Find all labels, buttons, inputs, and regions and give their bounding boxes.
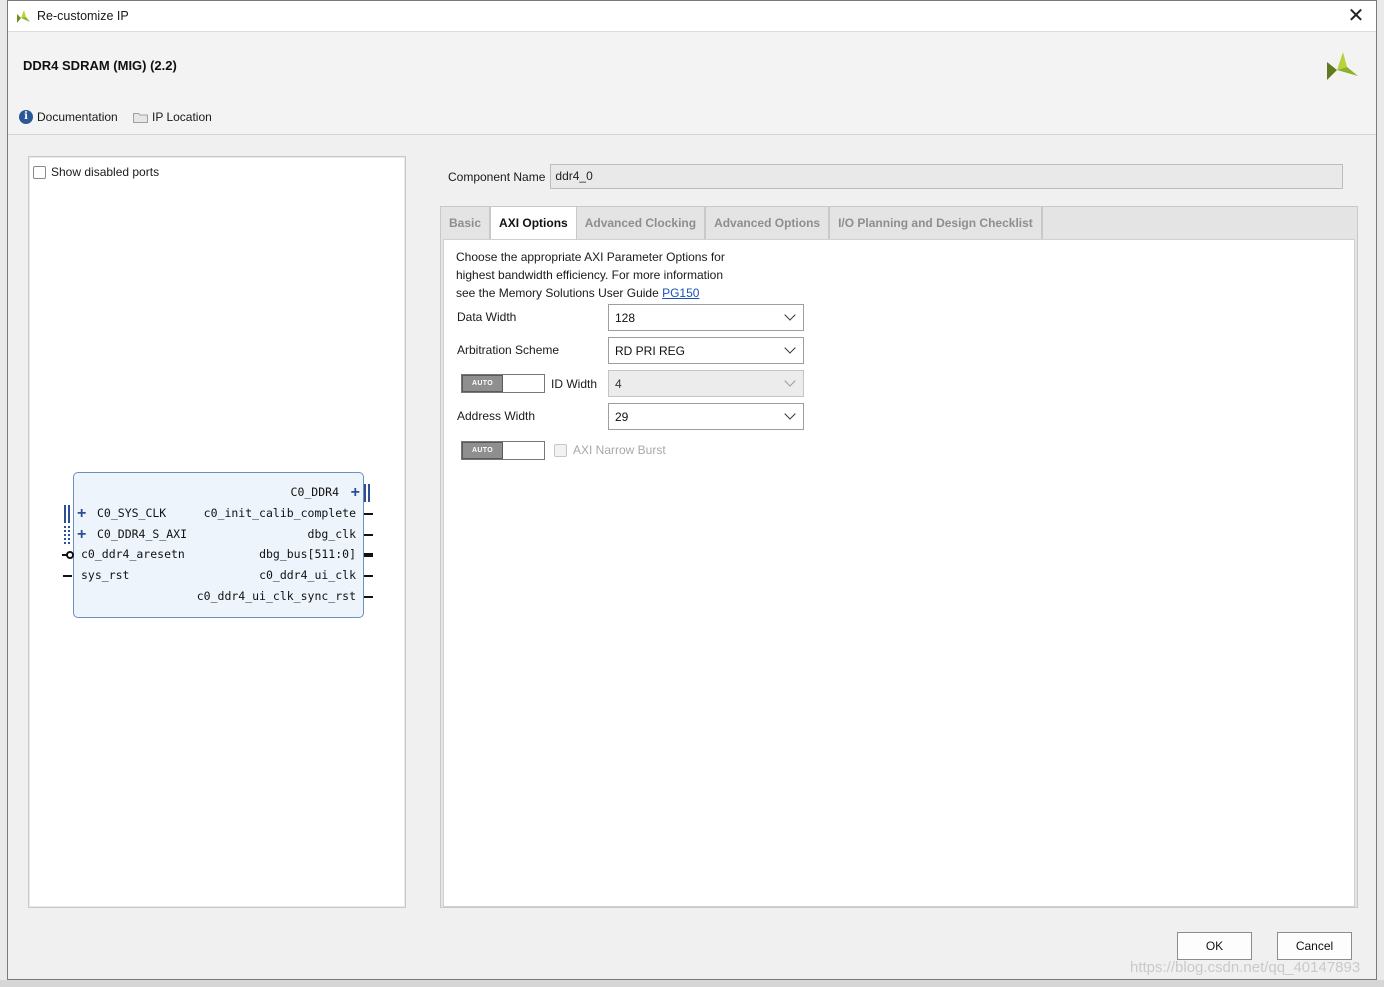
address-width-label: Address Width: [457, 409, 536, 423]
bus-stub: [364, 553, 373, 557]
desc-line: highest bandwidth efficiency. For more i…: [456, 268, 724, 282]
axi-description: Choose the appropriate AXI Parameter Opt…: [456, 248, 725, 302]
axi-narrow-burst-label: AXI Narrow Burst: [573, 443, 666, 457]
arbitration-scheme-label: Arbitration Scheme: [457, 343, 560, 357]
pin-stub: [63, 575, 72, 577]
id-width-label: ID Width: [551, 377, 598, 391]
expand-plus-icon[interactable]: +: [77, 527, 86, 543]
recustomize-ip-dialog: Re-customize IP ✕ DDR4 SDRAM (MIG) (2.2)…: [7, 0, 1377, 980]
symbol-panel: Show disabled ports C0_DDR4 + C0_SYS_CLK…: [28, 156, 406, 908]
vivado-logo-icon: [17, 10, 30, 23]
tab-advanced-options[interactable]: Advanced Options: [706, 207, 831, 239]
auto-knob: AUTO: [462, 442, 503, 459]
pin-active-low-aresetn: [66, 551, 74, 559]
bus-pin-c0-ddr4-s-axi: [64, 526, 70, 544]
id-width-select[interactable]: 4: [608, 370, 804, 397]
expand-plus-icon[interactable]: +: [351, 485, 360, 501]
port-c0-sys-clk: C0_SYS_CLK: [97, 506, 167, 520]
port-c0-ddr4-aresetn: c0_ddr4_aresetn: [81, 547, 185, 561]
documentation-link[interactable]: i Documentation: [19, 110, 118, 124]
ok-button[interactable]: OK: [1177, 932, 1252, 960]
data-width-value: 128: [615, 311, 636, 325]
checkbox-box[interactable]: [554, 443, 567, 457]
expand-plus-icon[interactable]: +: [77, 506, 86, 522]
cancel-button[interactable]: Cancel: [1277, 932, 1352, 960]
data-width-label: Data Width: [457, 310, 517, 324]
component-name-row: Component Name ddr4_0: [448, 164, 1344, 189]
arbitration-scheme-value: RD PRI REG: [615, 344, 686, 358]
pin-stub: [62, 554, 67, 556]
watermark: https://blog.csdn.net/qq_40147893: [1130, 959, 1361, 976]
chevron-down-icon: [784, 309, 796, 321]
pg150-link[interactable]: PG150: [662, 286, 699, 300]
id-width-value: 4: [615, 377, 622, 391]
port-c0-ddr4-ui-clk: c0_ddr4_ui_clk: [259, 568, 356, 582]
config-tab-panel: Basic AXI Options Advanced Clocking Adva…: [440, 206, 1358, 908]
chevron-down-icon: [784, 375, 796, 387]
arbitration-scheme-select[interactable]: RD PRI REG: [608, 337, 804, 364]
tab-basic[interactable]: Basic: [441, 207, 492, 239]
desc-line: Choose the appropriate AXI Parameter Opt…: [456, 250, 725, 264]
tab-bar: Basic AXI Options Advanced Clocking Adva…: [441, 207, 1043, 239]
tab-advanced-clocking[interactable]: Advanced Clocking: [577, 207, 707, 239]
ip-title: DDR4 SDRAM (MIG) (2.2): [23, 58, 177, 73]
close-button[interactable]: ✕: [1344, 4, 1368, 28]
show-disabled-ports-checkbox[interactable]: Show disabled ports: [33, 165, 159, 179]
ip-header: DDR4 SDRAM (MIG) (2.2) i Documentation I…: [8, 32, 1376, 135]
chevron-down-icon: [784, 408, 796, 420]
info-icon: i: [19, 110, 33, 124]
port-c0-ddr4: C0_DDR4: [290, 485, 339, 499]
narrow-burst-auto-toggle[interactable]: AUTO: [461, 441, 545, 460]
address-width-select[interactable]: 29: [608, 403, 804, 430]
tab-io-planning[interactable]: I/O Planning and Design Checklist: [830, 207, 1043, 239]
chevron-down-icon: [784, 342, 796, 354]
component-name-label: Component Name: [448, 169, 546, 184]
show-disabled-ports-label: Show disabled ports: [51, 165, 160, 179]
vivado-brand-icon: [1327, 52, 1358, 80]
ip-location-label: IP Location: [152, 110, 212, 124]
desc-line-text: see the Memory Solutions User Guide: [456, 286, 663, 300]
port-dbg-bus: dbg_bus[511:0]: [259, 547, 356, 561]
tab-axi-options[interactable]: AXI Options: [491, 207, 577, 239]
port-c0-ddr4-ui-clk-sync-rst: c0_ddr4_ui_clk_sync_rst: [196, 589, 356, 603]
port-dbg-clk: dbg_clk: [307, 527, 356, 541]
window-title: Re-customize IP: [37, 9, 129, 23]
desc-line: see the Memory Solutions User Guide PG15…: [456, 284, 725, 302]
background-app-right: [1376, 0, 1384, 987]
auto-knob: AUTO: [462, 375, 503, 392]
port-c0-ddr4-s-axi: C0_DDR4_S_AXI: [97, 527, 188, 541]
data-width-select[interactable]: 128: [608, 304, 804, 331]
background-app-bottom: [0, 980, 1384, 987]
pin-stub: [364, 513, 373, 515]
port-c0-init-calib-complete: c0_init_calib_complete: [203, 506, 356, 520]
pin-stub: [364, 596, 373, 598]
ip-location-link[interactable]: IP Location: [133, 110, 212, 124]
ip-block-symbol: C0_DDR4 + C0_SYS_CLK C0_DDR4_S_AXI + + c…: [73, 472, 364, 618]
port-sys-rst: sys_rst: [81, 568, 130, 582]
component-name-field[interactable]: ddr4_0: [550, 164, 1344, 189]
folder-icon: [133, 112, 148, 123]
checkbox-box[interactable]: [33, 165, 46, 179]
documentation-label: Documentation: [37, 110, 118, 124]
pin-stub: [364, 534, 373, 536]
address-width-value: 29: [615, 410, 629, 424]
bus-pin-c0-sys-clk: [64, 505, 70, 523]
axi-narrow-burst-checkbox[interactable]: AXI Narrow Burst: [554, 443, 666, 457]
title-bar: Re-customize IP ✕: [8, 1, 1376, 32]
id-width-auto-toggle[interactable]: AUTO: [461, 374, 545, 393]
pin-stub: [364, 575, 373, 577]
bus-pin-c0-ddr4: [364, 484, 370, 502]
axi-options-content: Choose the appropriate AXI Parameter Opt…: [443, 239, 1355, 907]
